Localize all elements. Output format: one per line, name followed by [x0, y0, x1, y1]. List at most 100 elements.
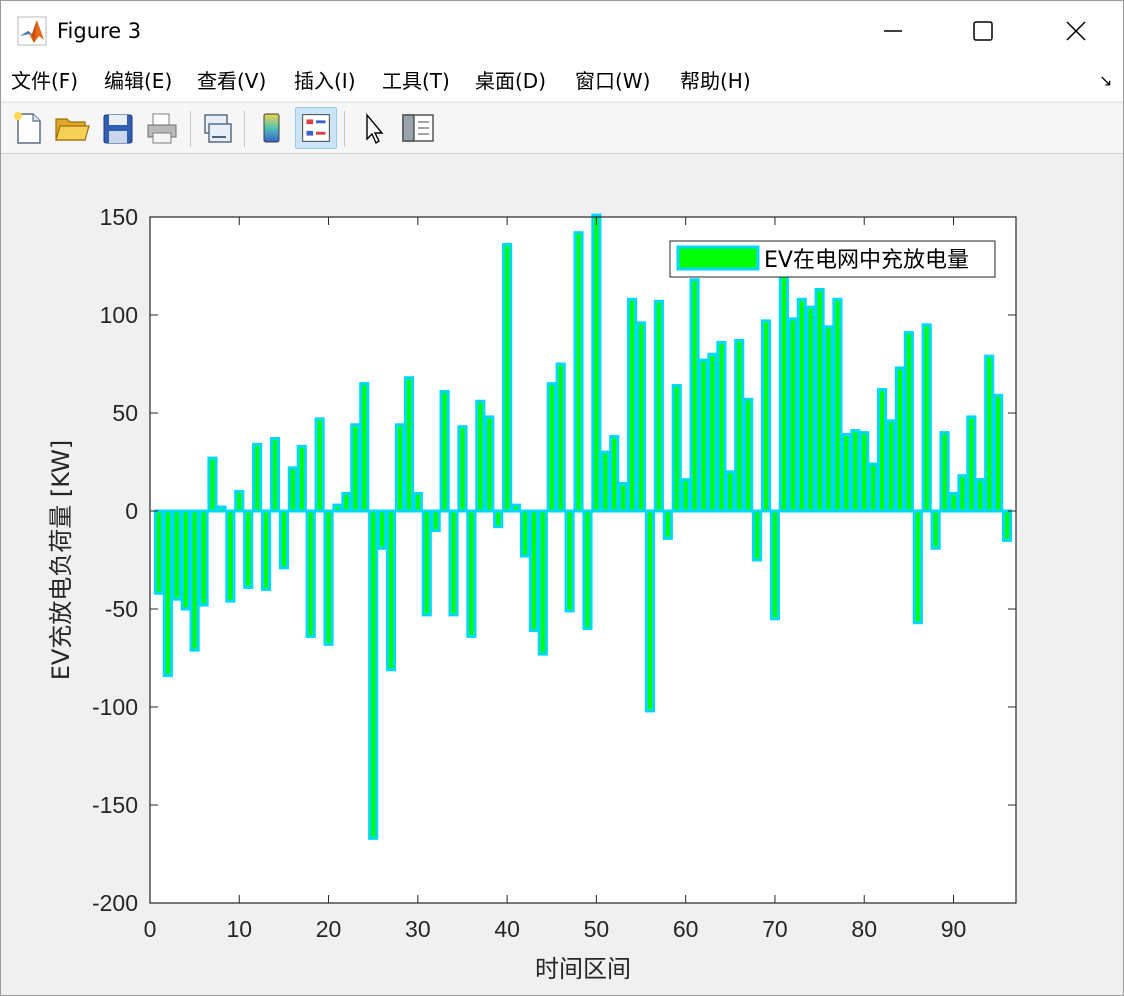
maximize-button[interactable] [937, 1, 1029, 61]
insert-legend-button[interactable] [295, 107, 337, 149]
insert-colorbar-button[interactable] [251, 107, 293, 149]
bar [555, 362, 566, 513]
bar [725, 470, 736, 513]
menu-desktop[interactable]: 桌面(D) [475, 67, 546, 95]
x-tick-label: 40 [494, 916, 520, 942]
bar [296, 444, 307, 513]
menu-help[interactable]: 帮助(H) [680, 67, 751, 95]
bar [627, 297, 638, 513]
bar [350, 423, 361, 513]
bar [877, 387, 888, 513]
bar [796, 297, 807, 513]
bar [885, 419, 897, 513]
menu-insert[interactable]: 插入(I) [294, 67, 356, 95]
bar [644, 509, 656, 713]
property-inspector-icon [402, 114, 434, 142]
bar [502, 242, 513, 513]
bar [564, 509, 575, 613]
bar [698, 358, 709, 513]
figure-window: Figure 3 文件(F) 编辑(E) 查看(V) 插入(I) 工具(T) 桌… [0, 0, 1124, 996]
bar [341, 491, 352, 513]
bar [689, 278, 700, 513]
bar [850, 429, 861, 513]
x-tick-label: 30 [405, 916, 431, 942]
bar [859, 431, 870, 513]
x-tick-label: 0 [144, 916, 157, 942]
link-figure-icon [204, 114, 232, 143]
bar [475, 399, 486, 513]
figure-canvas: -200 -150 -100 -50 0 50 100 150 0 10 20 30 40 50 60 70 8… [1, 155, 1123, 995]
legend[interactable]: EV在电网中充放电量 [669, 240, 996, 278]
open-file-button[interactable] [51, 107, 93, 149]
bar [171, 509, 182, 601]
bar [546, 382, 557, 513]
menu-expand-arrow-icon[interactable]: ↘ [1099, 71, 1112, 90]
toolbar [1, 102, 1123, 154]
new-figure-icon [14, 112, 41, 144]
toolbar-separator [244, 111, 245, 147]
menu-edit[interactable]: 编辑(E) [104, 67, 172, 95]
link-figure-button[interactable] [196, 107, 238, 149]
x-tick-label: 80 [851, 916, 877, 942]
save-icon [103, 114, 133, 144]
bar [430, 509, 441, 533]
bar [671, 384, 682, 513]
bar [894, 366, 906, 513]
bar [832, 297, 843, 513]
bar [707, 352, 718, 513]
save-button[interactable] [97, 107, 139, 149]
bar [653, 299, 664, 513]
minimize-icon [884, 30, 902, 32]
insert-legend-icon [302, 114, 330, 142]
bar [278, 509, 289, 570]
bar [412, 491, 423, 513]
bar [448, 509, 459, 617]
print-button[interactable] [141, 107, 183, 149]
bar [903, 331, 914, 513]
bar [841, 433, 852, 513]
bar [921, 323, 932, 513]
bar [814, 288, 825, 513]
y-tick-label: -100 [92, 694, 138, 720]
minimize-button[interactable] [847, 1, 939, 61]
close-button[interactable] [1029, 1, 1121, 61]
menu-file[interactable]: 文件(F) [11, 67, 78, 95]
x-tick-label: 50 [584, 916, 610, 942]
menu-tools[interactable]: 工具(T) [382, 67, 450, 95]
bar [421, 509, 432, 617]
x-tick-label: 10 [226, 916, 252, 942]
bar [1002, 509, 1013, 542]
bar [743, 397, 754, 513]
bar [484, 415, 495, 513]
toolbar-separator [190, 111, 191, 147]
bar [180, 509, 191, 611]
bar [225, 509, 236, 603]
title-bar: Figure 3 [1, 1, 1123, 61]
bar [252, 442, 263, 513]
bar [493, 509, 504, 529]
x-tick-label: 90 [941, 916, 967, 942]
print-icon [147, 113, 177, 144]
bar [243, 509, 254, 589]
bar [805, 305, 816, 513]
bar [368, 509, 379, 840]
bar [609, 435, 620, 513]
bar [868, 462, 879, 513]
edit-plot-button[interactable] [353, 107, 395, 149]
y-tick-label: 150 [100, 204, 138, 230]
bar [573, 231, 584, 513]
legend-entry: EV在电网中充放电量 [764, 248, 969, 273]
bar [269, 436, 281, 513]
bar [760, 319, 772, 513]
bar [377, 509, 388, 550]
menu-window[interactable]: 窗口(W) [575, 67, 650, 95]
property-inspector-button[interactable] [397, 107, 439, 149]
window-title: Figure 3 [57, 19, 142, 43]
new-figure-button[interactable] [7, 107, 49, 149]
menu-view[interactable]: 查看(V) [197, 67, 266, 95]
bar [680, 478, 691, 513]
bar [975, 478, 986, 513]
y-axis-label: EV充放电负荷量 [KW] [47, 440, 75, 681]
bar [600, 450, 611, 513]
bar [662, 509, 673, 540]
